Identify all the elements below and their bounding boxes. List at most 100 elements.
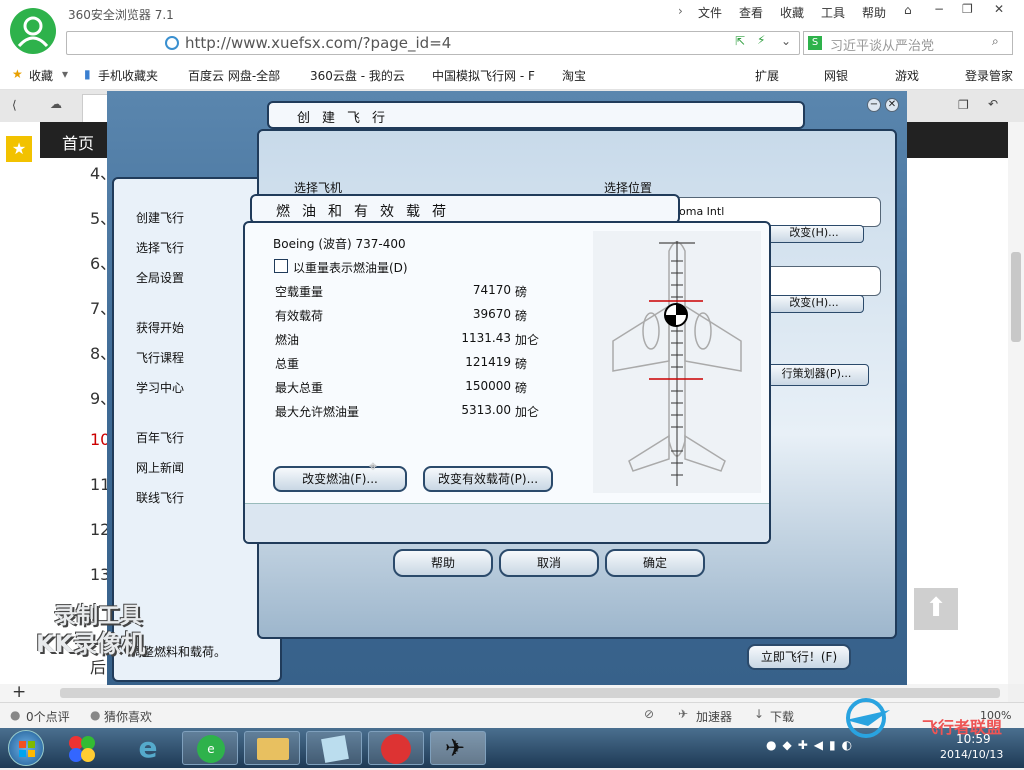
nav-home-link[interactable]: 首页	[62, 130, 94, 154]
start-button[interactable]	[8, 730, 44, 766]
taskbar-app-icon[interactable]	[62, 731, 102, 765]
dropdown-icon[interactable]: ⌄	[781, 34, 791, 48]
fav-item-games[interactable]: 游戏	[895, 67, 919, 84]
ok-button[interactable]: 确定	[605, 549, 705, 577]
browser-title: 360安全浏览器 7.1	[68, 8, 174, 22]
home-icon[interactable]: ⌂	[904, 3, 912, 17]
weight-row-label: 最大允许燃油量	[275, 405, 360, 419]
menu-favorites[interactable]: 收藏	[780, 4, 804, 21]
sidebar-star-button[interactable]: ★	[6, 136, 32, 162]
sidebar-item-century[interactable]: 百年飞行	[136, 429, 184, 446]
sidebar-item-lessons[interactable]: 飞行课程	[136, 349, 184, 366]
address-bar[interactable]: http://www.xuefsx.com/?page_id=4 ⇱ ⚡ ⌄	[66, 31, 800, 55]
menu-view[interactable]: 查看	[739, 4, 763, 21]
comment-icon: ●	[10, 708, 21, 722]
sidebar-item-news[interactable]: 网上新闻	[136, 459, 184, 476]
fav-item-baidu[interactable]: 百度云 网盘-全部	[188, 67, 280, 84]
scrollbar-thumb[interactable]	[1011, 252, 1021, 342]
fly-now-button[interactable]: 立即飞行！(F)	[747, 644, 851, 670]
change-location-button[interactable]: 改变(H)...	[764, 225, 864, 243]
lightning-icon[interactable]: ⚡	[757, 33, 765, 47]
change-weather-button[interactable]: 改变(H)...	[764, 295, 864, 313]
close-icon[interactable]: ✕	[994, 2, 1004, 16]
fsx-close-icon[interactable]: ✕	[885, 98, 899, 112]
shield-status-icon[interactable]: ⊘	[644, 707, 654, 721]
recorder-icon	[381, 734, 411, 764]
accelerator-button[interactable]: 加速器	[696, 708, 732, 725]
taskbar-explorer[interactable]	[244, 731, 300, 765]
search-icon[interactable]: ⌕	[992, 34, 999, 49]
minimize-icon[interactable]: −	[934, 2, 944, 16]
dialog-footer	[245, 503, 769, 542]
weight-checkbox[interactable]	[274, 259, 288, 273]
fav-item-favorites[interactable]: 收藏	[29, 67, 53, 84]
sidebar-item-select[interactable]: 选择飞行	[136, 239, 184, 256]
tab-scroll-left-icon[interactable]: ⟨	[12, 98, 17, 112]
scroll-top-button[interactable]: ⬆	[914, 588, 958, 630]
weight-row-unit: 磅	[515, 357, 528, 371]
sidebar-item-create[interactable]: 创建飞行	[136, 209, 184, 226]
note-icon	[321, 735, 349, 763]
url-text[interactable]: http://www.xuefsx.com/?page_id=4	[185, 34, 451, 52]
flight-planner-button[interactable]: 行策划器(P)...	[764, 364, 869, 386]
ie-icon[interactable]: e	[128, 731, 168, 765]
maximize-icon[interactable]: ❐	[962, 2, 973, 16]
create-flight-header: 创建飞行	[267, 101, 805, 129]
fav-item-fsx[interactable]: 中国模拟飞行网 - F	[432, 67, 535, 84]
cloud-icon[interactable]: ☁	[50, 97, 62, 111]
weight-row-value: 74170	[472, 283, 511, 297]
weight-row-value: 5313.00	[461, 403, 511, 417]
share-icon[interactable]: ⇱	[735, 34, 745, 48]
fav-item-mobile[interactable]: 手机收藏夹	[98, 67, 158, 84]
menu-file[interactable]: 文件	[698, 4, 722, 21]
fav-item-taobao[interactable]: 淘宝	[562, 67, 586, 84]
vertical-scrollbar[interactable]	[1008, 122, 1024, 684]
clock-date[interactable]: 2014/10/13	[940, 748, 1003, 761]
change-payload-button[interactable]: 改变有效载荷(P)...	[423, 466, 553, 492]
fsx-minimize-icon[interactable]: −	[867, 98, 881, 112]
fuel-payload-dialog: Boeing (波音) 737-400 以重量表示燃油量(D) 空载重量 7417…	[243, 221, 771, 544]
weight-row-label: 燃油	[275, 333, 300, 347]
weight-checkbox-label[interactable]: 以重量表示燃油量(D)	[293, 259, 408, 276]
taskbar-fsx[interactable]: ✈	[430, 731, 486, 765]
help-button[interactable]: 帮助	[393, 549, 493, 577]
search-input[interactable]: 习近平谈从严治党	[830, 35, 934, 54]
new-tab-icon[interactable]: +	[12, 682, 26, 702]
weight-row-label: 总重	[275, 357, 300, 371]
change-fuel-button[interactable]: 改变燃油(F)...	[273, 466, 407, 492]
comments-count[interactable]: 0个点评	[26, 708, 70, 725]
download-button[interactable]: 下载	[770, 708, 794, 725]
fav-item-login[interactable]: 登录管家	[965, 67, 1013, 84]
menu-chevron-icon[interactable]: ›	[678, 4, 683, 18]
avatar[interactable]	[10, 8, 56, 54]
clock-time[interactable]: 10:59	[956, 732, 991, 746]
globe-icon	[165, 36, 179, 50]
undo-icon[interactable]: ↶	[988, 97, 998, 111]
taskbar-recorder[interactable]	[368, 731, 424, 765]
chevron-down-icon[interactable]: ▾	[62, 67, 68, 81]
restore-tabs-icon[interactable]: ❐	[958, 98, 969, 112]
watermark-line2: KK录像机	[36, 630, 146, 658]
sidebar-item-getstarted[interactable]: 获得开始	[136, 319, 184, 336]
sidebar-item-settings[interactable]: 全局设置	[136, 269, 184, 286]
fuel-payload-header: 燃油和有效载荷	[250, 194, 680, 224]
fav-item-360cloud[interactable]: 360云盘 - 我的云	[310, 67, 405, 84]
center-of-gravity-icon	[664, 303, 688, 327]
fav-item-extensions[interactable]: 扩展	[755, 67, 779, 84]
create-flight-title: 创建飞行	[297, 111, 398, 126]
taskbar-360-browser[interactable]: e	[182, 731, 238, 765]
cancel-button[interactable]: 取消	[499, 549, 599, 577]
airplane-icon: ✈	[445, 734, 466, 762]
search-box[interactable]: S 习近平谈从严治党 ⌕	[803, 31, 1013, 55]
menu-tools[interactable]: 工具	[821, 4, 845, 21]
weight-row-value: 121419	[465, 355, 511, 369]
taskbar-notes[interactable]	[306, 731, 362, 765]
fav-item-bank[interactable]: 网银	[824, 67, 848, 84]
sidebar-item-multiplayer[interactable]: 联线飞行	[136, 489, 184, 506]
menu-help[interactable]: 帮助	[862, 4, 886, 21]
sidebar-item-learning[interactable]: 学习中心	[136, 379, 184, 396]
weight-row-unit: 磅	[515, 381, 528, 395]
phone-icon: ▮	[84, 67, 91, 81]
weight-row-value: 1131.43	[461, 331, 511, 345]
recommend-link[interactable]: 猜你喜欢	[104, 708, 152, 725]
